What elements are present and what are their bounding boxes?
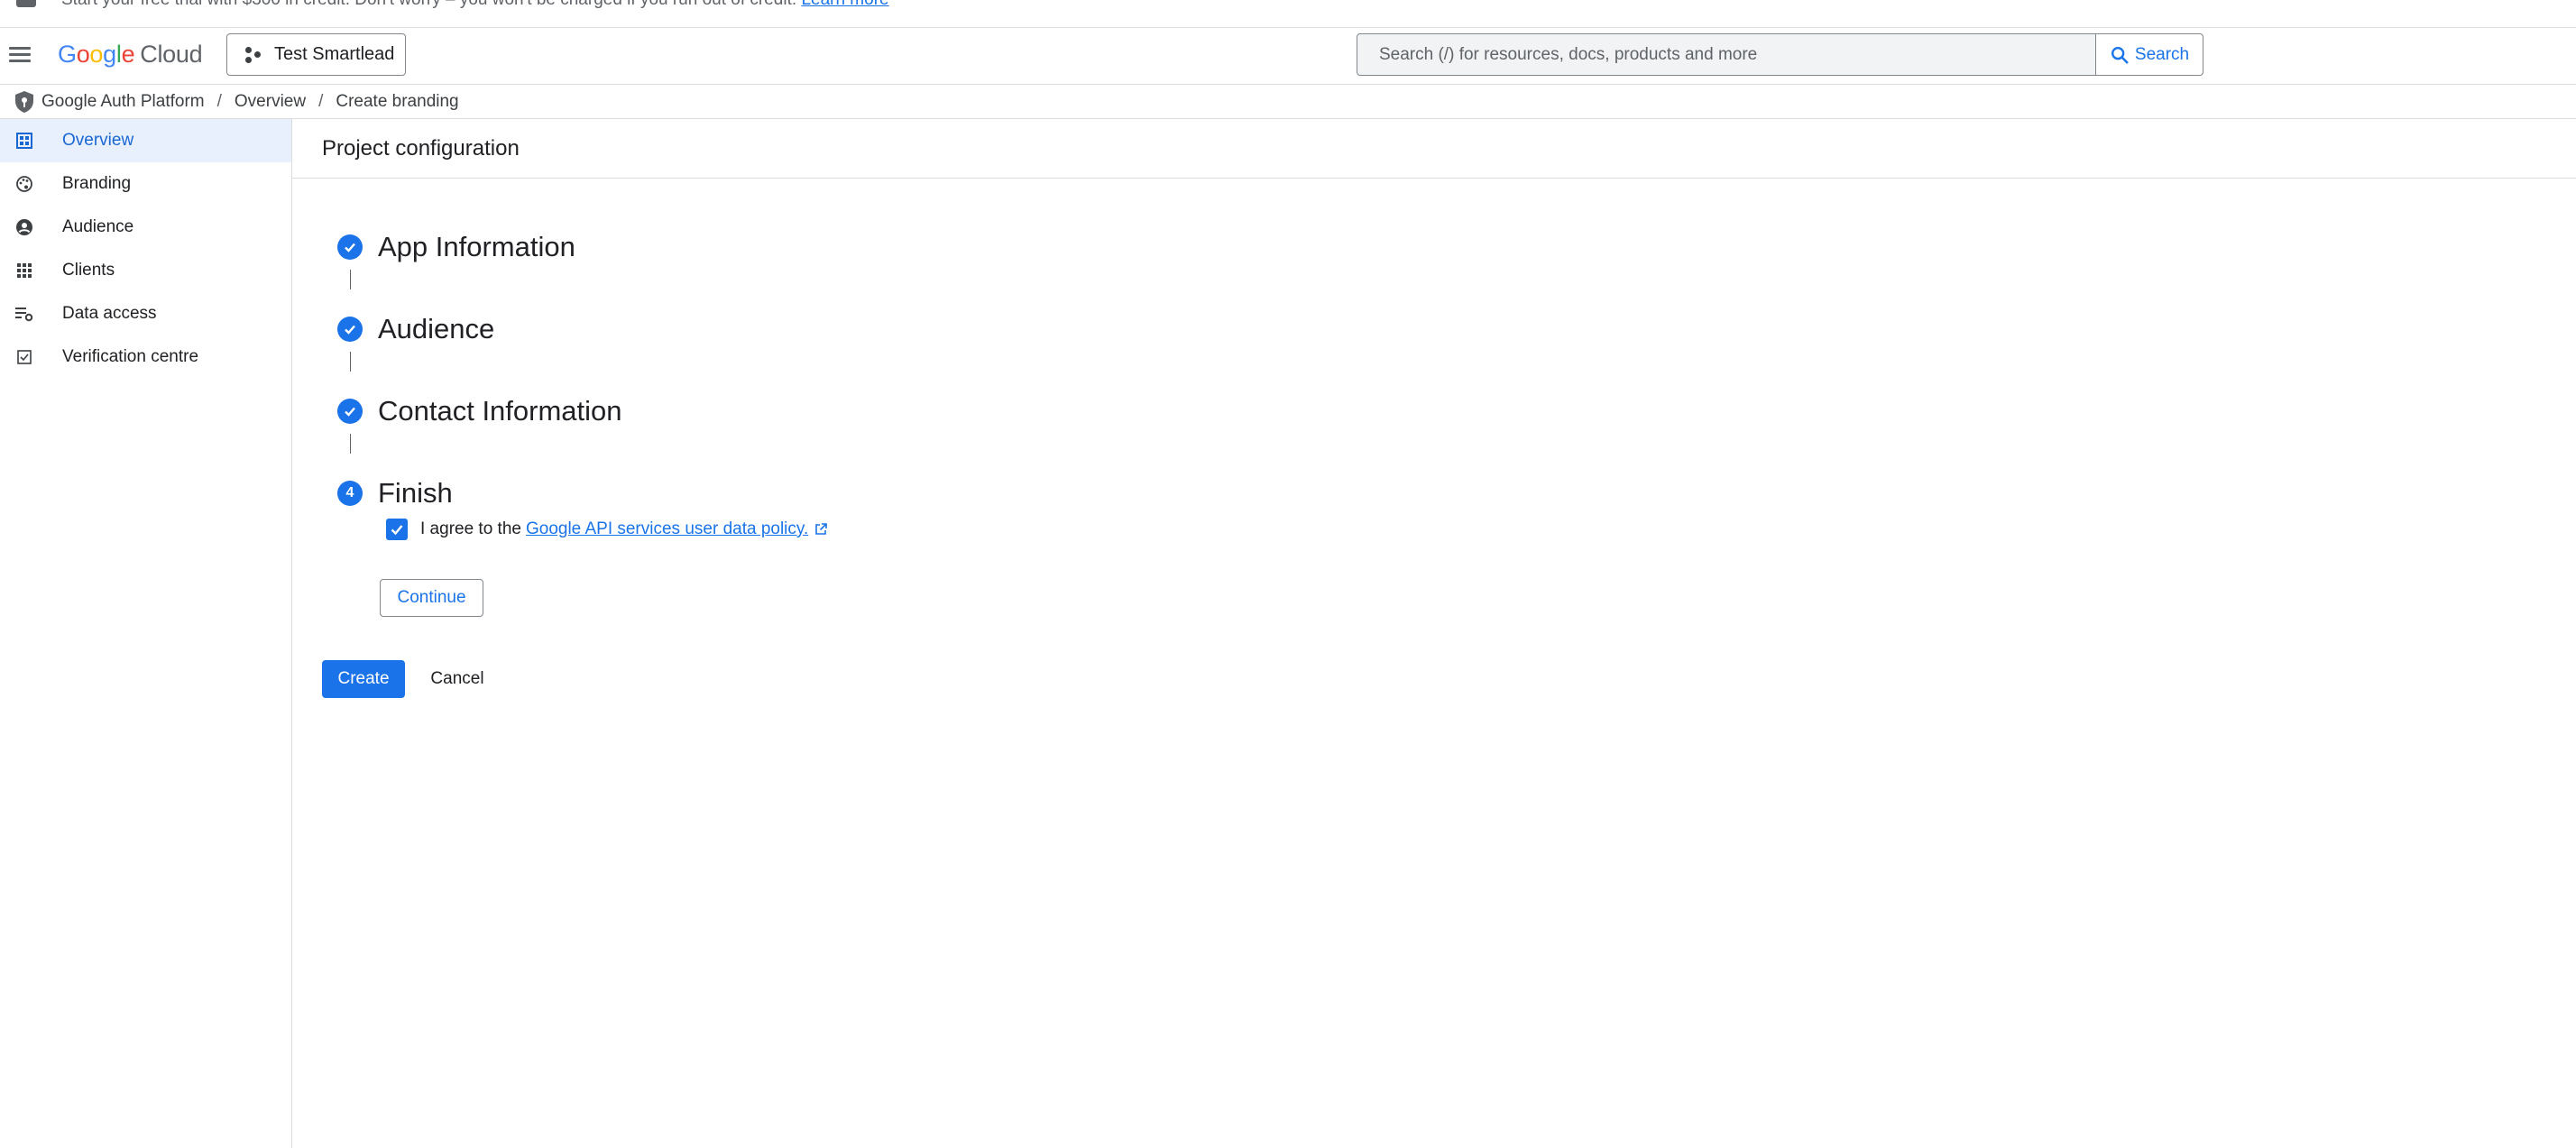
open-in-new-icon[interactable]: [814, 522, 828, 537]
sidebar-item-clients[interactable]: Clients: [0, 249, 291, 292]
dashboard-icon: [14, 131, 34, 151]
account-circle-icon: [14, 217, 34, 237]
sidebar-item-label: Audience: [62, 217, 134, 236]
policy-link[interactable]: Google API services user data policy.: [526, 519, 808, 539]
checkmark-icon: [391, 525, 403, 536]
step-number-badge: 4: [337, 481, 363, 506]
top-bar: Google Cloud Test Smartlead Search: [0, 28, 2576, 85]
data-settings-icon: [14, 304, 34, 324]
agree-checkbox[interactable]: [386, 519, 408, 540]
breadcrumb-item-overview[interactable]: Overview: [235, 92, 306, 112]
breadcrumb-separator: /: [318, 91, 324, 111]
sidebar-item-data-access[interactable]: Data access: [0, 292, 291, 335]
search-icon: [2111, 46, 2129, 64]
step-contact-information: Contact Information: [337, 395, 622, 427]
step-connector: [350, 352, 351, 372]
page-title: Project configuration: [292, 119, 2576, 179]
step-finish: 4 Finish: [337, 477, 453, 510]
banner-text-wrap: Start your free trial with $300 in credi…: [61, 0, 889, 11]
check-circle-icon: [337, 234, 363, 260]
create-button[interactable]: Create: [322, 660, 405, 698]
sidebar-item-verification-centre[interactable]: Verification centre: [0, 335, 291, 379]
breadcrumb-separator: /: [216, 91, 222, 111]
main-content: Project configuration App Information Au…: [292, 119, 2576, 1148]
breadcrumb-item-create-branding: Create branding: [336, 91, 459, 111]
check-box-icon: [14, 347, 34, 367]
breadcrumb: Google Auth Platform / Overview / Create…: [0, 85, 2576, 119]
step-title: Finish: [378, 477, 453, 509]
step-connector: [350, 270, 351, 289]
search-input[interactable]: [1357, 34, 2095, 75]
project-name: Test Smartlead: [274, 44, 395, 64]
step-connector: [350, 434, 351, 454]
apps-grid-icon: [14, 261, 34, 280]
cancel-button[interactable]: Cancel: [419, 660, 496, 698]
palette-icon: [14, 174, 34, 194]
shield-icon: [15, 90, 33, 113]
step-title: App Information: [378, 231, 575, 262]
step-audience: Audience: [337, 313, 494, 345]
policy-agreement: I agree to the Google API services user …: [386, 519, 828, 540]
trial-banner: Start your free trial with $300 in credi…: [0, 0, 2576, 28]
menu-icon[interactable]: [9, 43, 31, 69]
banner-text: Start your free trial with $300 in credi…: [61, 0, 796, 9]
gift-icon: [16, 0, 36, 7]
search-bar: Search: [1357, 33, 2203, 76]
sidebar-item-label: Data access: [62, 304, 157, 323]
sidebar-item-label: Branding: [62, 174, 132, 193]
step-app-information: App Information: [337, 231, 575, 263]
check-circle-icon: [337, 317, 363, 342]
search-button[interactable]: Search: [2095, 34, 2203, 75]
step-title: Audience: [378, 313, 495, 344]
step-title: Contact Information: [378, 395, 622, 427]
sidebar: Overview Branding Audience Clients Data …: [0, 119, 292, 1148]
breadcrumb-item-auth-platform[interactable]: Google Auth Platform: [41, 92, 205, 112]
sidebar-item-label: Clients: [62, 261, 115, 280]
search-button-label: Search: [2134, 44, 2190, 64]
learn-more-link[interactable]: Learn more: [801, 0, 888, 9]
sidebar-item-label: Verification centre: [62, 347, 199, 366]
project-hub-icon: [245, 46, 262, 63]
sidebar-item-audience[interactable]: Audience: [0, 206, 291, 249]
project-picker-button[interactable]: Test Smartlead: [226, 33, 406, 76]
check-circle-icon: [337, 399, 363, 424]
agree-text: I agree to the: [420, 519, 521, 538]
sidebar-item-label: Overview: [62, 131, 134, 150]
sidebar-item-branding[interactable]: Branding: [0, 162, 291, 206]
google-cloud-logo[interactable]: Google Cloud: [58, 41, 203, 69]
sidebar-item-overview[interactable]: Overview: [0, 119, 291, 162]
continue-button[interactable]: Continue: [380, 579, 483, 617]
